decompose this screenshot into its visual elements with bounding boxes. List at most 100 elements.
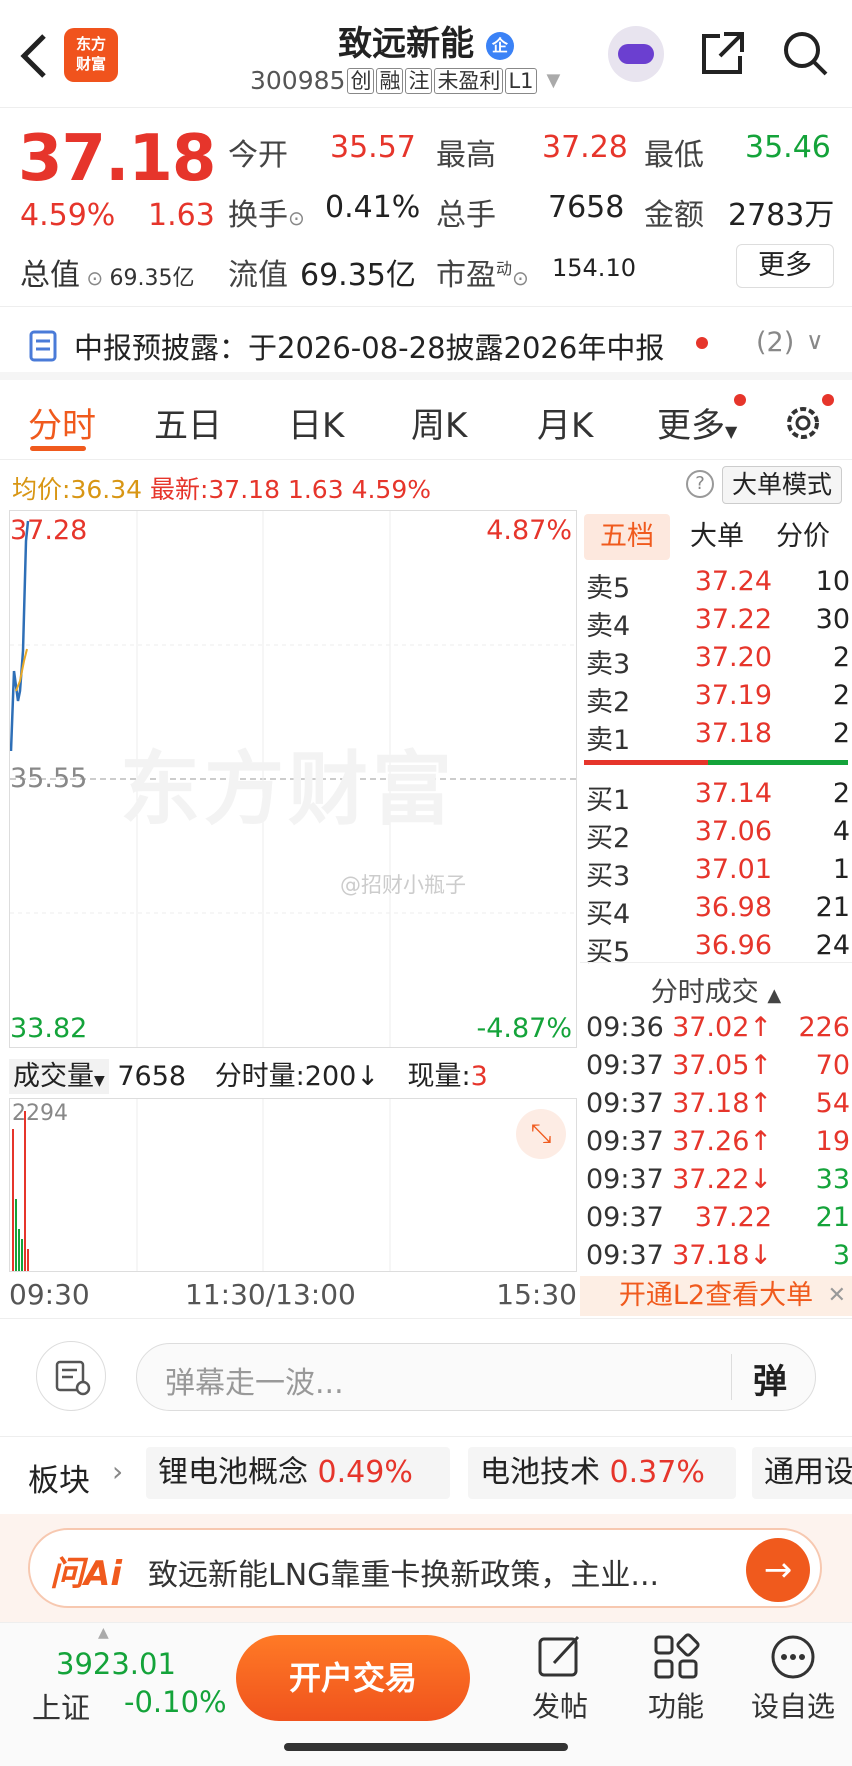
info-icon[interactable]: ⊙ (80, 266, 109, 290)
level-label: 卖2 (586, 687, 631, 718)
level-price: 37.18 (694, 718, 772, 749)
tab-big-order[interactable]: 大单 (690, 514, 744, 560)
settings-gear-icon[interactable] (782, 402, 824, 444)
change-value: 1.63 (148, 198, 215, 233)
tick-time: 09:37 (586, 1240, 664, 1271)
tab-monthly-k[interactable]: 月K (537, 398, 593, 447)
level-price: 37.24 (694, 566, 772, 597)
amount-value: 2783万 (728, 198, 835, 233)
tab-five-day[interactable]: 五日 (154, 398, 222, 447)
level-label: 买4 (586, 899, 631, 930)
sector-chip[interactable]: 锂电池概念 0.49% (146, 1447, 450, 1499)
ticks-title[interactable]: 分时成交 ▲ (580, 970, 852, 1009)
tab-price-dist[interactable]: 分价 (776, 514, 830, 560)
active-tab-indicator (30, 446, 86, 451)
unread-dot (734, 394, 746, 406)
tab-weekly-k[interactable]: 周K (411, 398, 467, 447)
ask-list: 卖5 37.24 10 卖4 37.22 30 卖3 37.20 2 卖2 37.19 2 卖1 37.1… (580, 566, 852, 756)
tick-price: 37.26↑ (672, 1126, 772, 1157)
max-price-label: 37.28 (10, 515, 88, 546)
level-price: 37.22 (694, 604, 772, 635)
grid-icon (654, 1633, 700, 1679)
trade-button[interactable]: 开户交易 (236, 1635, 470, 1721)
expand-icon[interactable]: ⤡ (516, 1109, 566, 1159)
tick-row: 09:37 37.22↓ 33 (580, 1164, 852, 1202)
tick-volume: 54 (815, 1088, 850, 1119)
open-label: 今开 (228, 138, 288, 173)
watchlist-button[interactable]: 设自选 (748, 1633, 838, 1725)
level-price: 37.20 (694, 642, 772, 673)
tick-row: 09:37 37.05↑ 70 (580, 1050, 852, 1088)
tick-time: 09:37 (586, 1088, 664, 1119)
high-value: 37.28 (542, 130, 628, 165)
tick-price: 37.18↓ (672, 1240, 772, 1271)
high-label: 最高 (436, 138, 496, 173)
level-volume: 2 (832, 680, 850, 711)
tick-time: 09:37 (586, 1126, 664, 1157)
info-icon[interactable]: ⊙ (288, 206, 305, 230)
big-order-mode-button[interactable]: 大单模式 (722, 466, 842, 504)
tick-price: 37.05↑ (672, 1050, 772, 1081)
bid-row: 买3 37.01 1 (580, 854, 852, 892)
danmaku-settings-icon[interactable] (36, 1341, 106, 1411)
level-volume: 24 (815, 930, 850, 961)
tick-row: 09:37 37.18↓ 3 (580, 1240, 852, 1278)
chevron-down-icon[interactable]: ▼ (547, 70, 561, 91)
current-price: 37.18 (18, 122, 216, 196)
max-pct-label: 4.87% (486, 515, 572, 546)
tab-more[interactable]: 更多▼ (657, 398, 737, 447)
level-price: 37.06 (694, 816, 772, 847)
danmaku-input[interactable]: 弹幕走一波... 弹 (136, 1343, 816, 1411)
help-icon[interactable]: ? (686, 470, 714, 498)
float-value: 69.35亿 (300, 258, 416, 293)
time-axis: 09:30 11:30/13:00 15:30 (9, 1278, 577, 1311)
l2-upgrade-banner[interactable]: 开通L2查看大单 ✕ (580, 1276, 852, 1316)
chevron-down-icon: ∨ (806, 327, 824, 355)
tick-volume: 70 (815, 1050, 850, 1081)
enterprise-badge: 企 (485, 31, 514, 60)
tab-five-level[interactable]: 五档 (584, 514, 670, 560)
robot-avatar-icon[interactable] (608, 26, 664, 82)
function-button[interactable]: 功能 (646, 1633, 706, 1725)
stock-code-row: 300985 创融注未盈利 L1 ▼ (250, 66, 561, 95)
prev-close-label: 35.55 (10, 763, 88, 794)
ask-row: 卖5 37.24 10 (580, 566, 852, 604)
share-icon[interactable] (700, 30, 746, 76)
tab-intraday[interactable]: 分时 (28, 398, 96, 447)
notice-bar[interactable]: 中报预披露：于2026-08-28披露2026年中报 (2) ∨ (0, 306, 852, 380)
tick-time: 09:36 (586, 1012, 664, 1043)
info-icon[interactable]: ⊙ (512, 266, 529, 290)
sector-bar: 板块 › 锂电池概念 0.49% 电池技术 0.37% 通用设 (0, 1436, 852, 1512)
level-price: 37.19 (694, 680, 772, 711)
index-value[interactable]: 3923.01 (56, 1647, 176, 1681)
post-button[interactable]: 发帖 (530, 1633, 590, 1725)
tab-daily-k[interactable]: 日K (288, 398, 344, 447)
send-danmaku-button[interactable]: 弹 (753, 1354, 787, 1403)
level-volume: 4 (832, 816, 850, 847)
level-price: 36.96 (694, 930, 772, 961)
intraday-price-chart[interactable]: 东方财富 @招财小瓶子 37.28 4.87% 35.55 33.82 -4.8… (9, 510, 577, 1048)
volume-dropdown[interactable]: 成交量▼ (9, 1059, 109, 1094)
ai-question-bar[interactable]: 问Ai 致远新能LNG靠重卡换新政策，主业... → (28, 1528, 822, 1608)
sector-chip[interactable]: 通用设 (752, 1447, 852, 1499)
volume-max-label: 2294 (12, 1101, 68, 1126)
sector-chip[interactable]: 电池技术 0.37% (468, 1447, 736, 1499)
arrow-right-icon[interactable]: → (746, 1538, 810, 1602)
weibo-watermark: @招财小瓶子 (340, 873, 466, 897)
chart-tabs: 分时 五日 日K 周K 月K 更多▼ (0, 388, 852, 460)
volume-label: 总手 (436, 198, 496, 233)
search-icon[interactable] (782, 30, 828, 76)
volume-header: 成交量▼ 7658 分时量:200↓ 现量:3 (9, 1054, 577, 1096)
tick-price: 37.18↑ (672, 1088, 772, 1119)
close-icon[interactable]: ✕ (828, 1276, 846, 1316)
danmaku-bar: 弹幕走一波... 弹 (0, 1318, 852, 1432)
tick-time: 09:37 (586, 1164, 664, 1195)
ask-row: 卖4 37.22 30 (580, 604, 852, 642)
volume-chart[interactable]: 2294 ⤡ (9, 1098, 577, 1272)
orderbook-tabs: 五档 大单 分价 (580, 512, 852, 564)
more-dots-icon (771, 1635, 815, 1679)
tick-volume: 19 (815, 1126, 850, 1157)
chevron-right-icon[interactable]: › (112, 1455, 123, 1488)
more-button[interactable]: 更多 (736, 244, 834, 288)
tick-volume: 21 (815, 1202, 850, 1233)
